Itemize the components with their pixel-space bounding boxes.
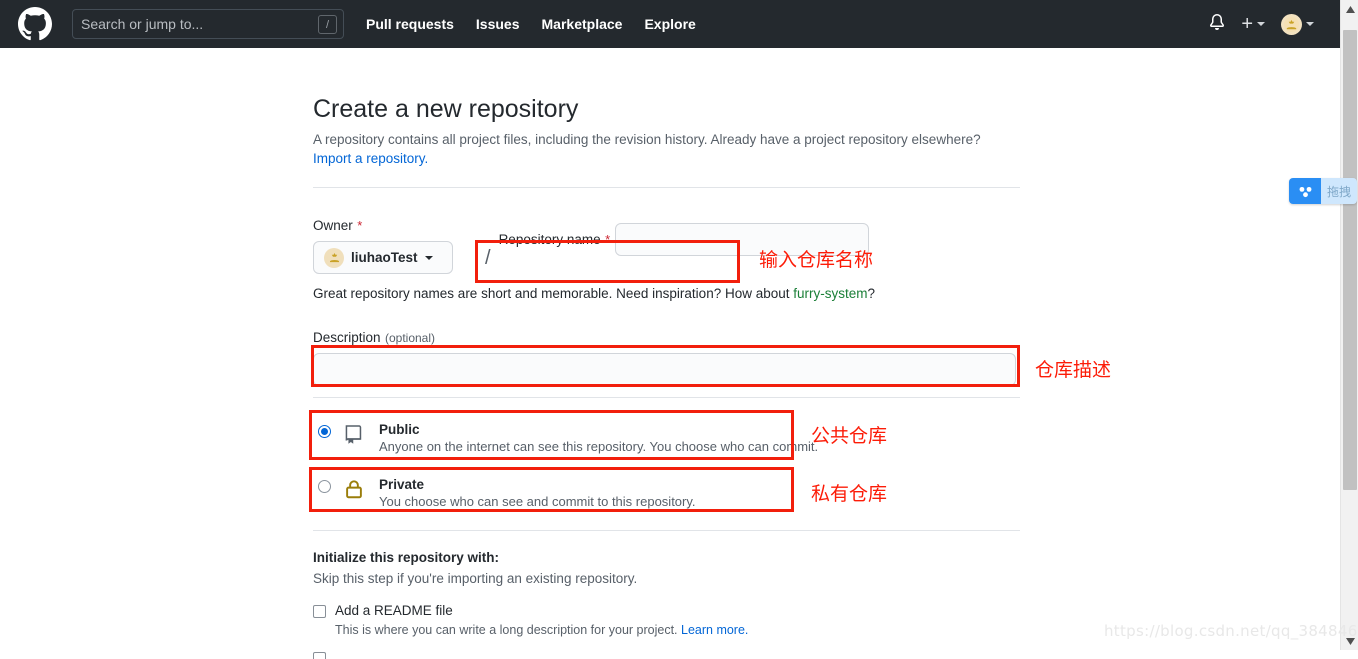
annotation-text-public: 公共仓库 xyxy=(811,425,888,447)
nav-issues[interactable]: Issues xyxy=(476,16,520,32)
import-repository-link[interactable]: Import a repository. xyxy=(313,151,428,166)
repository-name-hint: Great repository names are short and mem… xyxy=(313,286,1021,301)
owner-and-name-row: Owner * liuhaoTest / Repository name * xyxy=(313,217,1021,275)
initialize-subtext: Skip this step if you're importing an ex… xyxy=(313,571,638,587)
visibility-option-public[interactable]: Public Anyone on the internet can see th… xyxy=(313,417,1021,459)
scrollbar-thumb[interactable] xyxy=(1343,30,1357,490)
github-logo[interactable] xyxy=(18,7,52,41)
visibility-options: Public Anyone on the internet can see th… xyxy=(313,417,1021,514)
owner-required-mark: * xyxy=(357,218,363,234)
readme-description-text: This is where you can write a long descr… xyxy=(335,623,681,638)
annotation-text-private: 私有仓库 xyxy=(811,483,888,505)
page-lede: A repository contains all project files,… xyxy=(313,132,981,147)
page-title: Create a new repository xyxy=(313,95,579,123)
baidu-logo-icon xyxy=(1289,178,1321,204)
search-shortcut-key: / xyxy=(318,15,337,34)
nav-pull-requests[interactable]: Pull requests xyxy=(366,16,454,32)
repository-name-required-mark: * xyxy=(605,232,611,248)
nav-explore[interactable]: Explore xyxy=(644,16,695,32)
owner-value: liuhaoTest xyxy=(351,250,418,266)
hint-prefix: Great repository names are short and mem… xyxy=(313,286,794,302)
divider xyxy=(313,397,1020,399)
owner-select-button[interactable]: liuhaoTest xyxy=(313,241,453,275)
owner-label: Owner xyxy=(313,218,353,234)
search-placeholder: Search or jump to... xyxy=(81,16,204,32)
annotation-text-repo-name: 输入仓库名称 xyxy=(759,249,874,271)
divider xyxy=(313,530,1020,532)
hint-suffix: ? xyxy=(867,286,876,302)
baidu-translate-widget[interactable]: 拖拽 xyxy=(1289,178,1358,204)
public-title: Public xyxy=(379,422,420,438)
page-scrollbar[interactable] xyxy=(1340,0,1358,650)
divider xyxy=(313,187,1020,189)
description-optional-note: (optional) xyxy=(384,331,436,346)
readme-learn-more-link[interactable]: Learn more. xyxy=(681,623,748,637)
chevron-down-icon xyxy=(1306,22,1314,26)
initialize-heading: Initialize this repository with: xyxy=(313,550,500,566)
readme-checkbox-row[interactable]: Add a README file xyxy=(313,603,1021,619)
initialize-section: Initialize this repository with: Skip th… xyxy=(313,550,1021,659)
description-field: Description (optional) xyxy=(313,329,1021,387)
owner-avatar xyxy=(324,247,344,268)
public-description: Anyone on the internet can see this repo… xyxy=(379,439,819,455)
repo-book-icon xyxy=(343,423,367,450)
hint-suggestion[interactable]: furry-system xyxy=(793,286,867,301)
private-radio[interactable] xyxy=(318,480,331,494)
create-new-menu[interactable]: + xyxy=(1241,14,1265,34)
public-text: Public Anyone on the internet can see th… xyxy=(379,422,818,454)
repository-name-label: Repository name xyxy=(498,232,601,248)
gitignore-checkbox-partial[interactable] xyxy=(313,652,326,659)
header-actions: + xyxy=(1209,13,1328,35)
user-menu[interactable] xyxy=(1281,13,1314,35)
search-input[interactable]: Search or jump to... / xyxy=(72,9,344,39)
watermark: https://blog.csdn.net/qq_38484679 xyxy=(1104,622,1358,640)
baidu-widget-label: 拖拽 xyxy=(1321,178,1358,204)
owner-field: Owner * liuhaoTest xyxy=(313,217,479,275)
readme-checkbox[interactable] xyxy=(313,605,326,619)
chevron-down-icon xyxy=(1257,22,1265,26)
scroll-up-icon[interactable] xyxy=(1341,0,1358,18)
private-description: You choose who can see and commit to thi… xyxy=(379,494,696,510)
public-radio[interactable] xyxy=(318,425,331,439)
visibility-option-private[interactable]: Private You choose who can see and commi… xyxy=(313,472,1021,514)
private-title: Private xyxy=(379,477,425,493)
chevron-down-icon xyxy=(424,255,433,260)
readme-label: Add a README file xyxy=(335,603,453,619)
new-repository-form: Create a new repository A repository con… xyxy=(313,48,1021,659)
global-header: Search or jump to... / Pull requests Iss… xyxy=(0,0,1340,48)
private-text: Private You choose who can see and commi… xyxy=(379,477,696,509)
plus-icon: + xyxy=(1241,13,1253,35)
owner-name-separator: / xyxy=(485,247,491,270)
description-input[interactable] xyxy=(313,353,1016,387)
description-label: Description xyxy=(313,330,381,346)
primary-nav: Pull requests Issues Marketplace Explore xyxy=(366,16,718,32)
bell-icon[interactable] xyxy=(1209,13,1225,35)
avatar xyxy=(1281,13,1302,35)
annotation-text-description: 仓库描述 xyxy=(1035,359,1112,381)
lock-icon xyxy=(343,478,367,505)
nav-marketplace[interactable]: Marketplace xyxy=(542,16,623,32)
readme-description: This is where you can write a long descr… xyxy=(335,623,1021,637)
